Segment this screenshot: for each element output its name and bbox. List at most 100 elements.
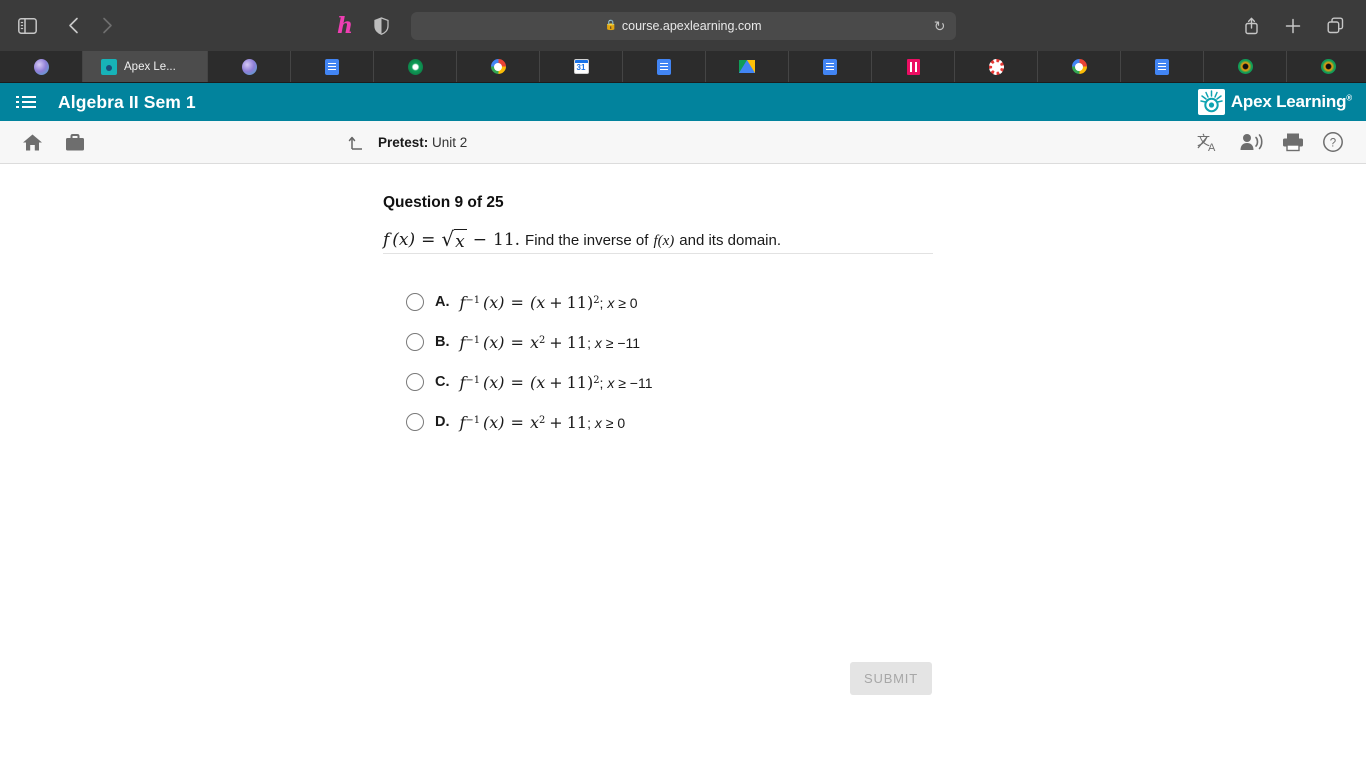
browser-tab[interactable]: [0, 51, 83, 82]
choice-c-equals: =: [510, 372, 524, 392]
translate-icon[interactable]: 文 A: [1197, 132, 1221, 153]
forward-arrow-icon: [92, 11, 122, 41]
browser-tab[interactable]: [208, 51, 291, 82]
browser-tab[interactable]: [291, 51, 374, 82]
google-docs-favicon: [1155, 58, 1169, 75]
choice-a-domain-var: x: [607, 294, 615, 311]
read-aloud-icon[interactable]: [1239, 132, 1264, 152]
choice-expression-d: f −1 (x) = x 2 +11 ; x ≥ 0: [460, 413, 626, 432]
help-circle-icon[interactable]: ?: [1322, 131, 1344, 153]
secondary-toolbar-left: [22, 133, 85, 152]
browser-tab[interactable]: [1121, 51, 1204, 82]
choice-d-domain-rel: ≥: [605, 414, 614, 431]
choice-d-plus: +: [549, 412, 563, 432]
choice-c-power: 2: [593, 375, 600, 387]
choice-a-arg: (x): [483, 292, 505, 312]
browser-actions: [1236, 11, 1350, 41]
answer-choices: A. f −1 (x) = (x +11) 2 ; x ≥ 0 B. f −1 (x) = …: [406, 282, 946, 442]
page-title: Algebra II Sem 1: [58, 91, 196, 112]
choice-d-arg: (x): [483, 412, 505, 432]
browser-tab[interactable]: [1287, 51, 1366, 82]
new-tab-plus-icon[interactable]: [1278, 11, 1308, 41]
choice-expression-c: f −1 (x) = (x +11) 2 ; x ≥ −11: [460, 373, 653, 392]
stem-constant: 11.: [493, 230, 521, 250]
google-favicon: [490, 59, 506, 74]
answer-choice-c[interactable]: C. f −1 (x) = (x +11) 2 ; x ≥ −11: [406, 362, 946, 402]
address-bar[interactable]: 🔒 course.apexlearning.com ↻: [410, 11, 956, 40]
choice-c-exponent: −1: [465, 375, 481, 387]
ring-favicon: [241, 58, 257, 75]
browser-extensions: h: [330, 11, 396, 41]
honey-extension-icon[interactable]: h: [330, 11, 360, 41]
brand-logo: Apex Learning®: [1197, 89, 1352, 115]
stem-text-2: and its domain.: [679, 232, 782, 249]
choice-c-plus: +: [549, 372, 563, 392]
google-docs-favicon: [325, 58, 339, 75]
choice-b-domain-rel: ≥: [605, 334, 614, 351]
browser-tab-active[interactable]: Apex Le...: [83, 51, 208, 82]
browser-tab[interactable]: [1038, 51, 1121, 82]
answer-choice-b[interactable]: B. f −1 (x) = x 2 +11 ; x ≥ −11: [406, 322, 946, 362]
submit-button[interactable]: SUBMIT: [850, 662, 932, 695]
choice-c-const: 11): [566, 372, 594, 392]
stem-minus: −: [472, 230, 487, 250]
browser-tab[interactable]: [706, 51, 789, 82]
app-header: Algebra II Sem 1 Apex Learning®: [0, 83, 1366, 121]
up-level-arrow-icon[interactable]: [348, 133, 366, 151]
answer-choice-d[interactable]: D. f −1 (x) = x 2 +11 ; x ≥ 0: [406, 402, 946, 442]
choice-c-domain-rel: ≥: [618, 374, 626, 391]
apex-favicon: [101, 58, 117, 75]
stem-fx: f(x): [653, 233, 675, 249]
browser-tab[interactable]: [374, 51, 457, 82]
secondary-toolbar: Pretest: Unit 2 文 A: [0, 121, 1366, 164]
shield-extension-icon[interactable]: [366, 11, 396, 41]
choice-b-domain: ; x ≥ −11: [587, 335, 640, 351]
brand-name: Apex Learning®: [1231, 92, 1352, 112]
choice-b-domain-var: x: [594, 334, 602, 351]
section-divider: [383, 253, 933, 254]
radio-button-c[interactable]: [406, 373, 424, 391]
red-ring-favicon: [988, 58, 1004, 75]
tab-overview-icon[interactable]: [1320, 11, 1350, 41]
google-favicon: [1071, 59, 1087, 74]
share-icon[interactable]: [1236, 11, 1266, 41]
browser-tab[interactable]: [789, 51, 872, 82]
home-icon[interactable]: [22, 133, 43, 152]
radio-button-d[interactable]: [406, 413, 424, 431]
choice-d-semicolon: ;: [587, 414, 591, 431]
browser-tab[interactable]: [623, 51, 706, 82]
breadcrumb-label: Pretest:: [378, 134, 429, 150]
pink-app-favicon: [906, 58, 920, 75]
radio-button-b[interactable]: [406, 333, 424, 351]
choice-expression-a: f −1 (x) = (x +11) 2 ; x ≥ 0: [460, 293, 638, 312]
choice-d-const: 11: [566, 412, 588, 432]
browser-tab[interactable]: [872, 51, 955, 82]
browser-tab[interactable]: 31: [540, 51, 623, 82]
choice-a-const: 11): [566, 292, 594, 312]
choice-c-semicolon: ;: [599, 374, 604, 391]
tab-strip: Apex Le... 31: [0, 51, 1366, 83]
answer-choice-a[interactable]: A. f −1 (x) = (x +11) 2 ; x ≥ 0: [406, 282, 946, 322]
sidebar-toggle-icon[interactable]: [12, 11, 42, 41]
back-arrow-icon[interactable]: [58, 11, 88, 41]
choice-c-domain: ; x ≥ −11: [600, 375, 653, 391]
hamburger-menu-icon[interactable]: [16, 96, 36, 108]
browser-tab[interactable]: [955, 51, 1038, 82]
choice-a-domain-val: 0: [629, 294, 638, 311]
stem-function-name: f: [383, 230, 390, 250]
choice-c-domain-var: x: [607, 374, 615, 391]
choice-c-domain-val: −11: [629, 374, 653, 391]
choice-letter-c: C.: [435, 374, 450, 390]
reload-icon[interactable]: ↻: [934, 19, 946, 33]
print-icon[interactable]: [1282, 132, 1304, 152]
browser-tab[interactable]: [1204, 51, 1287, 82]
choice-d-equals: =: [510, 412, 524, 432]
briefcase-icon[interactable]: [65, 133, 85, 152]
breadcrumb-value: Unit 2: [432, 134, 468, 150]
radio-button-a[interactable]: [406, 293, 424, 311]
choice-c-arg: (x): [483, 372, 505, 392]
choice-expression-b: f −1 (x) = x 2 +11 ; x ≥ −11: [460, 333, 641, 352]
choice-letter-b: B.: [435, 334, 450, 350]
lock-icon: 🔒: [604, 20, 617, 31]
browser-tab[interactable]: [457, 51, 540, 82]
